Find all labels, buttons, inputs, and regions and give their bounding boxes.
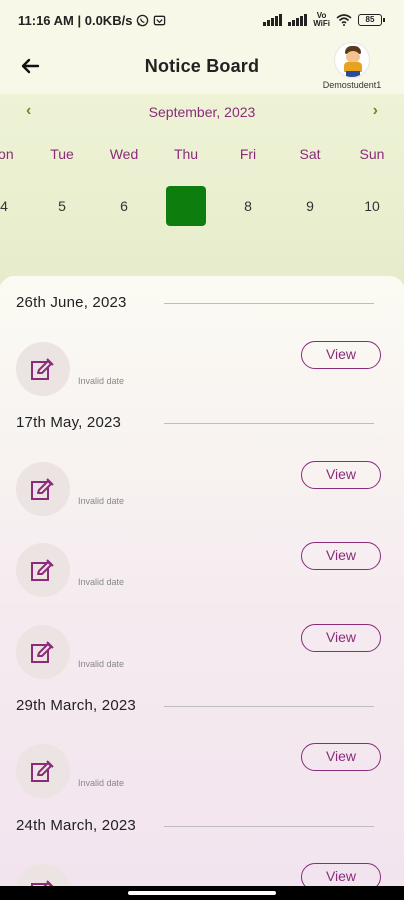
notice-date-text: Invalid date <box>78 778 125 788</box>
date-divider <box>164 826 374 827</box>
profile-button[interactable]: Demostudent1 <box>316 42 388 90</box>
notice-list: 26th June, 2023 Invalid date View 17th May,… <box>0 276 404 886</box>
home-handle[interactable] <box>128 891 276 895</box>
view-button[interactable]: View <box>301 624 381 652</box>
date-divider <box>164 423 374 424</box>
notice-date-text: Invalid date <box>78 496 125 506</box>
system-nav-bar <box>0 886 404 900</box>
notice-edit-icon <box>16 543 70 597</box>
day-number-2[interactable]: 6 <box>104 186 144 226</box>
notice-date-heading: 17th May, 2023 <box>16 414 122 431</box>
user-name: Demostudent1 <box>322 80 382 90</box>
view-button[interactable]: View <box>301 461 381 489</box>
view-button[interactable]: View <box>301 863 381 886</box>
whatsapp-icon <box>137 14 149 26</box>
day-number-5[interactable]: 9 <box>290 186 330 226</box>
status-right: Vo WiFi 85 <box>263 11 385 28</box>
day-name-1: Tue <box>50 146 74 162</box>
notification-icon <box>154 15 166 25</box>
day-number-3[interactable]: 7 <box>166 186 206 226</box>
app-header: Notice Board Demostudent1 <box>0 40 404 94</box>
notice-date-text: Invalid date <box>78 376 125 386</box>
notice-date-text: Invalid date <box>78 577 125 587</box>
status-bar: 11:16 AM | 0.0KB/s Vo WiFi 85 <box>0 0 404 40</box>
avatar[interactable] <box>334 42 370 78</box>
week-calendar: ‹ September, 2023 › Mon 4 Tue 5 Wed 6 Thu 7 Fri 8… <box>0 94 404 284</box>
day-name-2: Wed <box>109 146 139 162</box>
day-number-6[interactable]: 10 <box>352 186 392 226</box>
view-button[interactable]: View <box>301 542 381 570</box>
next-month-icon[interactable]: › <box>373 102 378 120</box>
date-divider <box>164 706 374 707</box>
day-name-3: Thu <box>173 146 199 162</box>
signal-icon-2 <box>288 14 308 26</box>
notice-edit-icon <box>16 462 70 516</box>
status-time: 11:16 AM | 0.0KB/s <box>18 12 133 28</box>
notice-edit-icon <box>16 864 70 886</box>
battery-icon: 85 <box>358 14 385 26</box>
date-divider <box>164 303 374 304</box>
notice-edit-icon <box>16 744 70 798</box>
wifi-icon <box>336 14 352 26</box>
month-row: ‹ September, 2023 › <box>0 102 404 126</box>
month-label: September, 2023 <box>148 104 256 120</box>
view-button[interactable]: View <box>301 743 381 771</box>
view-button[interactable]: View <box>301 341 381 369</box>
notice-date-text: Invalid date <box>78 659 125 669</box>
day-number-0[interactable]: 4 <box>0 186 24 226</box>
day-name-4: Fri <box>239 146 257 162</box>
day-number-4[interactable]: 8 <box>228 186 268 226</box>
signal-icon <box>263 14 283 26</box>
day-name-5: Sat <box>299 146 321 162</box>
notice-date-heading: 29th March, 2023 <box>16 697 136 714</box>
notice-date-heading: 24th March, 2023 <box>16 817 136 834</box>
notice-edit-icon <box>16 342 70 396</box>
vowifi-label: Vo WiFi <box>313 11 330 28</box>
status-left: 11:16 AM | 0.0KB/s <box>18 13 166 28</box>
notice-date-heading: 26th June, 2023 <box>16 294 127 311</box>
notice-edit-icon <box>16 625 70 679</box>
day-name-6: Sun <box>359 146 385 162</box>
day-name-0: Mon <box>0 146 14 162</box>
day-number-1[interactable]: 5 <box>42 186 82 226</box>
